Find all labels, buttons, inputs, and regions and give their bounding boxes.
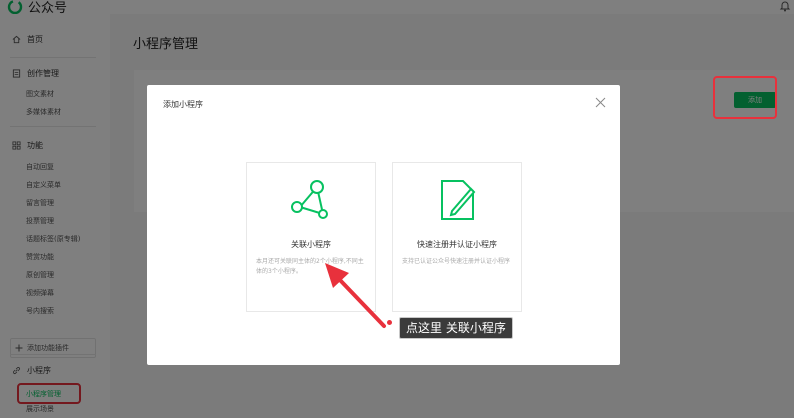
add-miniprogram-dialog: 添加小程序 关联小程序 本月还可关联同主体的2个小程序,不同主体的3个小程序。 … xyxy=(147,85,620,365)
dialog-title: 添加小程序 xyxy=(163,100,203,109)
option-link-miniprogram[interactable]: 关联小程序 本月还可关联同主体的2个小程序,不同主体的3个小程序。 xyxy=(246,162,376,312)
document-pen-icon xyxy=(441,180,476,220)
option-quick-register[interactable]: 快速注册并认证小程序 支持已认证公众号快速注册并认证小程序 xyxy=(392,162,522,312)
close-icon[interactable] xyxy=(595,97,606,108)
share-nodes-icon xyxy=(291,180,328,219)
callout-label: 点这里 关联小程序 xyxy=(399,317,513,339)
option-title: 快速注册并认证小程序 xyxy=(417,240,497,249)
option-description: 支持已认证公众号快速注册并认证小程序 xyxy=(402,258,511,265)
option-title: 关联小程序 xyxy=(291,240,331,249)
callout-dot xyxy=(387,320,392,325)
option-description: 本月还可关联同主体的2个小程序,不同主体的3个小程序。 xyxy=(256,258,364,275)
add-button-highlight xyxy=(713,76,777,119)
